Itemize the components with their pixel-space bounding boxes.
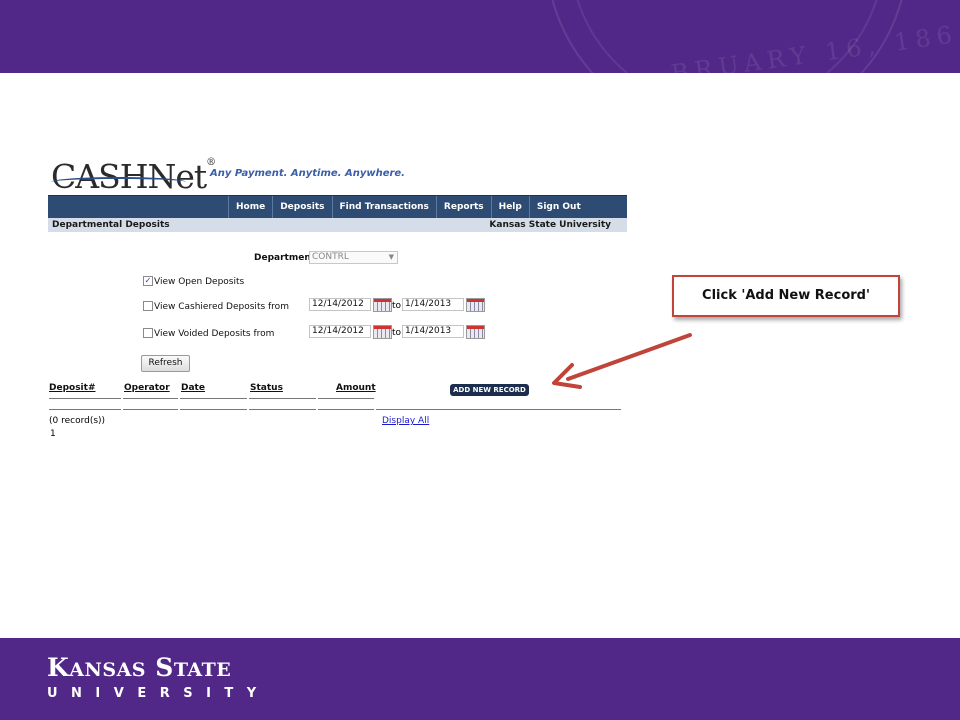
menu-find-transactions[interactable]: Find Transactions (331, 196, 436, 218)
callout-arrow-icon (552, 333, 692, 389)
voided-from-date-input[interactable]: 12/14/2012 (309, 325, 371, 338)
chevron-down-icon: ▼ (388, 253, 394, 261)
view-voided-deposits-label: View Voided Deposits from (154, 329, 275, 339)
refresh-button[interactable]: Refresh (141, 355, 190, 372)
menu-sign-out[interactable]: Sign Out (528, 196, 588, 218)
department-select[interactable]: CONTRL ▼ (309, 251, 398, 264)
column-header-date[interactable]: Date (181, 383, 205, 393)
calendar-icon[interactable] (373, 298, 392, 312)
to-label: to (392, 301, 402, 311)
kansas-state-university-logo: KANSAS STATE UNIVERSITY (47, 653, 270, 702)
voided-to-date-input[interactable]: 1/14/2013 (402, 325, 464, 338)
view-open-deposits-label: View Open Deposits (154, 277, 245, 287)
table-row-divider (49, 409, 121, 410)
menu-deposits[interactable]: Deposits (272, 196, 331, 218)
table-row-divider (249, 409, 316, 410)
view-voided-deposits-checkbox[interactable] (143, 328, 153, 338)
header-underline (180, 398, 247, 399)
cashnet-tagline: Any Payment. Anytime. Anywhere. (210, 168, 405, 179)
main-menu-bar: Home Deposits Find Transactions Reports … (48, 195, 627, 219)
menu-home[interactable]: Home (228, 196, 272, 218)
header-underline (123, 398, 178, 399)
view-cashiered-deposits-checkbox[interactable] (143, 301, 153, 311)
header-underline (49, 398, 121, 399)
page-title: Departmental Deposits (52, 220, 170, 230)
institution-name: Kansas State University (489, 220, 611, 230)
view-open-deposits-checkbox[interactable]: ✓ (143, 276, 153, 286)
table-row-divider (376, 409, 621, 410)
calendar-icon[interactable] (466, 298, 485, 312)
instruction-callout: Click 'Add New Record' (672, 275, 900, 317)
header-underline (249, 398, 316, 399)
menu-reports[interactable]: Reports (435, 196, 491, 218)
table-row-divider (318, 409, 374, 410)
slide-footer-band: KANSAS STATE UNIVERSITY (0, 638, 960, 720)
table-row-divider (180, 409, 247, 410)
cashnet-logo: CASHNet® (51, 157, 216, 196)
cashiered-from-date-input[interactable]: 12/14/2012 (309, 298, 371, 311)
menu-help[interactable]: Help (490, 196, 529, 218)
calendar-icon[interactable] (373, 325, 392, 339)
column-header-status[interactable]: Status (250, 383, 283, 393)
add-new-record-button[interactable]: ADD NEW RECORD (450, 384, 529, 396)
page-number[interactable]: 1 (50, 429, 56, 439)
page-title-bar: Departmental Deposits Kansas State Unive… (48, 218, 627, 232)
column-header-operator[interactable]: Operator (124, 383, 170, 393)
record-count: (0 record(s)) (49, 416, 106, 426)
cashiered-to-date-input[interactable]: 1/14/2013 (402, 298, 464, 311)
table-row-divider (123, 409, 178, 410)
department-label: Department (254, 253, 316, 263)
header-underline (318, 398, 374, 399)
to-label: to (392, 328, 402, 338)
display-all-link[interactable]: Display All (382, 416, 429, 426)
slide-header-band: BRUARY 16, 186 (0, 0, 960, 73)
calendar-icon[interactable] (466, 325, 485, 339)
column-header-deposit[interactable]: Deposit# (49, 383, 96, 393)
view-cashiered-deposits-label: View Cashiered Deposits from (154, 302, 289, 312)
column-header-amount[interactable]: Amount (336, 383, 376, 393)
